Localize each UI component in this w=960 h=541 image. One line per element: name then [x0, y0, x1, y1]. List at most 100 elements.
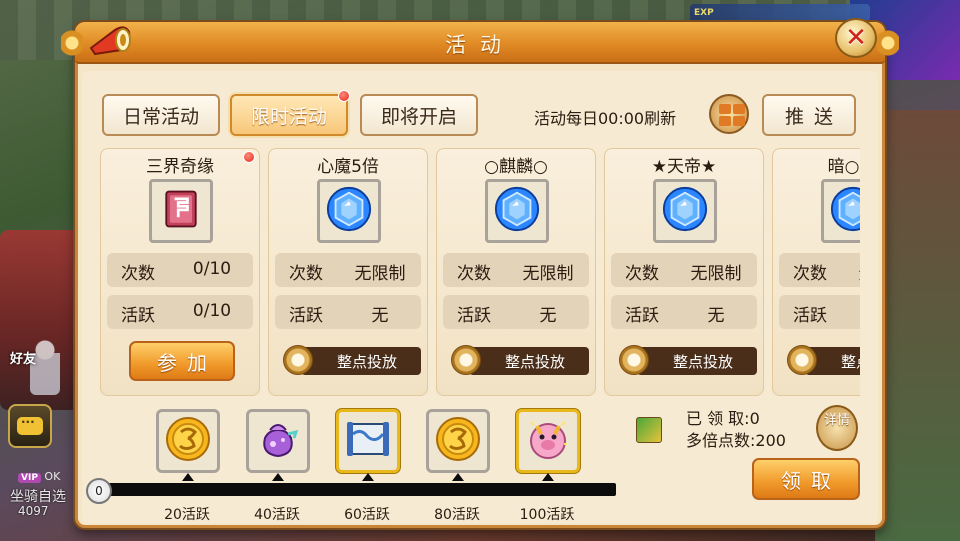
push-button[interactable]: 推送: [762, 94, 856, 136]
count-row: 次数 无限制: [779, 253, 860, 287]
claimed-value: 0: [749, 409, 760, 428]
multi-value: 200: [755, 431, 786, 450]
reward-slot[interactable]: [516, 409, 580, 473]
timed-drop-button[interactable]: 整点投放: [451, 345, 589, 379]
refresh-text: 活动每日00:00刷新: [534, 109, 677, 128]
track-pin: [272, 473, 284, 481]
reward-threshold-label: 20活跃: [164, 507, 210, 523]
activity-name: 三界奇缘: [146, 157, 214, 177]
active-value: 无: [539, 306, 557, 326]
right-scene: [875, 110, 960, 541]
close-button[interactable]: ✕: [835, 18, 877, 58]
grid-icon: [733, 104, 745, 114]
count-row: 次数 无限制: [275, 253, 421, 287]
reward-slot[interactable]: [156, 409, 220, 473]
reward-slot[interactable]: [246, 409, 310, 473]
multi-label: 多倍点数:: [686, 431, 756, 450]
count-label: 次数: [121, 264, 155, 284]
count-row: 次数 无限制: [611, 253, 757, 287]
reward-slot[interactable]: [426, 409, 490, 473]
gold-coin-icon: [433, 414, 483, 468]
active-label: 活跃: [625, 306, 659, 326]
activity-card[interactable]: 暗○天 次数 无限制 活跃 无 整点投放: [772, 148, 860, 396]
activity-icon-slot[interactable]: [317, 179, 381, 243]
detail-button[interactable]: 详情: [816, 405, 858, 451]
count-value: 无限制: [522, 264, 574, 284]
claim-info: 已 领 取:0 多倍点数:200: [686, 408, 786, 452]
scroll-map-icon: [343, 414, 393, 468]
timed-drop-label: 整点投放: [301, 347, 421, 375]
reward-slot[interactable]: [336, 409, 400, 473]
close-icon: ✕: [845, 23, 867, 53]
timed-drop-label: 整点投放: [469, 347, 589, 375]
clock-icon: [283, 345, 313, 375]
active-value: 无: [707, 306, 725, 326]
ride-auto-label: 坐骑自选: [10, 489, 66, 505]
reward-threshold-label: 80活跃: [434, 507, 480, 523]
activity-name: ★天帝★: [651, 157, 717, 177]
active-label: 活跃: [121, 306, 155, 326]
blue-gem-icon: [829, 185, 860, 237]
dialog-titlebar: 活动 ✕: [61, 18, 899, 64]
grid-icon: [719, 116, 731, 126]
clock-icon: [619, 345, 649, 375]
gold-coin-icon: [163, 414, 213, 468]
timed-drop-button[interactable]: 整点投放: [619, 345, 757, 379]
pig-pet-icon: [523, 414, 573, 468]
clock-icon: [451, 345, 481, 375]
active-value: 无: [371, 306, 389, 326]
blue-gem-icon: [325, 185, 373, 237]
activity-card-list[interactable]: 三界奇缘 次数 0/10 活跃 0/10 参加 心魔5倍 次数 无限制 活跃 无: [100, 148, 860, 398]
purple-pouch-icon: [253, 414, 303, 468]
count-row: 次数 0/10: [107, 253, 253, 287]
ride-number: 4097: [18, 504, 49, 518]
activity-icon-slot[interactable]: [653, 179, 717, 243]
activity-card[interactable]: 三界奇缘 次数 0/10 活跃 0/10 参加: [100, 148, 260, 396]
chat-button[interactable]: [8, 404, 52, 448]
count-label: 次数: [289, 264, 323, 284]
count-value: 0/10: [192, 259, 232, 279]
count-label: 次数: [457, 264, 491, 284]
activity-card[interactable]: 心魔5倍 次数 无限制 活跃 无 整点投放: [268, 148, 428, 396]
card-new-badge: [243, 151, 255, 163]
dialog-title: 活动: [445, 33, 515, 57]
reward-threshold-label: 40活跃: [254, 507, 300, 523]
activity-card[interactable]: ○麒麟○ 次数 无限制 活跃 无 整点投放: [436, 148, 596, 396]
tab-upcoming[interactable]: 即将开启: [360, 94, 478, 136]
timed-drop-button[interactable]: 整点投放: [787, 345, 860, 379]
tab-limited-badge: [338, 90, 350, 102]
activity-name: 心魔5倍: [317, 157, 379, 177]
book-icon: [158, 186, 204, 236]
active-label: 活跃: [793, 306, 827, 326]
active-label: 活跃: [457, 306, 491, 326]
timed-drop-button[interactable]: 整点投放: [283, 345, 421, 379]
grid-icon: [733, 116, 745, 126]
claim-button[interactable]: 领取: [752, 458, 860, 500]
reward-threshold-label: 60活跃: [344, 507, 390, 523]
ride-ok-badge: VIP OK: [18, 470, 60, 483]
claimed-label: 已 领 取:: [686, 409, 750, 428]
blue-gem-icon: [661, 185, 709, 237]
activity-name: 暗○天: [827, 157, 860, 177]
join-button[interactable]: 参加: [129, 341, 235, 381]
active-value: 无: [849, 301, 860, 326]
count-value: 无限制: [354, 264, 406, 284]
tab-daily[interactable]: 日常活动: [102, 94, 220, 136]
count-label: 次数: [793, 264, 827, 284]
refresh-button[interactable]: [709, 94, 749, 134]
blue-gem-icon: [493, 185, 541, 237]
active-row: 活跃 无: [443, 295, 589, 329]
active-row: 活跃 0/10: [107, 295, 253, 329]
tab-limited[interactable]: 限时活动: [230, 94, 348, 136]
active-row: 活跃 无: [611, 295, 757, 329]
activity-card[interactable]: ★天帝★ 次数 无限制 活跃 无 整点投放: [604, 148, 764, 396]
activity-icon-slot[interactable]: [149, 179, 213, 243]
active-value: 0/10: [192, 301, 232, 321]
ride-panel[interactable]: VIP OK 坐骑自选 4097: [0, 470, 78, 541]
count-label: 次数: [625, 264, 659, 284]
activity-icon-slot[interactable]: [821, 179, 860, 243]
track-start-marker: 0: [86, 478, 112, 504]
activity-icon-slot[interactable]: [485, 179, 549, 243]
active-row: 活跃 无: [779, 295, 860, 329]
reward-threshold-label: 100活跃: [519, 507, 575, 523]
